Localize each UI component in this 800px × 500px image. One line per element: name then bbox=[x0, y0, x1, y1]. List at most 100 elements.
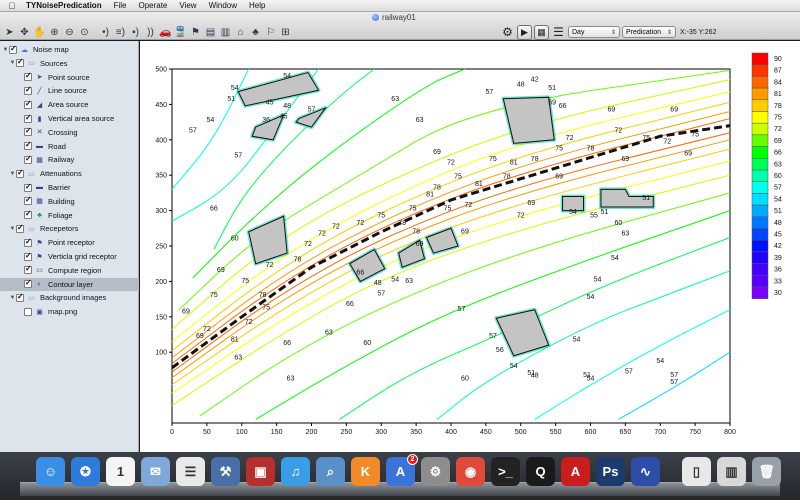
building-icon[interactable]: ▤ bbox=[203, 25, 218, 40]
contour-plot[interactable]: 545451454845365754575763574842516669 6972… bbox=[140, 41, 800, 452]
barrier-icon[interactable]: ▥ bbox=[218, 25, 233, 40]
tree-item-noise-map[interactable]: ▼ ☁ Noise map bbox=[0, 43, 139, 56]
zoom-out-icon[interactable]: ⊖ bbox=[62, 25, 77, 40]
tree-item-point-receptor[interactable]: ⚑ Point receptor bbox=[0, 236, 139, 249]
settings-gear-icon[interactable]: ⚙ bbox=[500, 25, 515, 40]
zoom-fit-icon[interactable]: ⊙ bbox=[77, 25, 92, 40]
visibility-checkbox[interactable] bbox=[24, 237, 32, 247]
visibility-checkbox[interactable] bbox=[9, 44, 17, 54]
itunes-icon[interactable]: ♫ bbox=[281, 457, 310, 486]
tree-item-point-source[interactable]: ➤ Point source bbox=[0, 71, 139, 84]
tree-item-crossing[interactable]: ✕ Crossing bbox=[0, 126, 139, 139]
mode-select[interactable]: Predication ⇕ bbox=[622, 26, 676, 38]
visibility-checkbox[interactable] bbox=[24, 99, 32, 109]
visibility-checkbox[interactable] bbox=[24, 182, 32, 192]
chrome-icon[interactable]: ◉ bbox=[456, 457, 485, 486]
photo-booth-icon[interactable]: ▣ bbox=[246, 457, 275, 486]
menu-window[interactable]: Window bbox=[203, 1, 243, 10]
pointer-icon[interactable]: ➤ bbox=[2, 25, 17, 40]
menu-help[interactable]: Help bbox=[243, 1, 271, 10]
tree-item-building[interactable]: ▦ Building bbox=[0, 195, 139, 208]
tree-item-attenuations[interactable]: ▼ ▭ Attenuations bbox=[0, 167, 139, 180]
app-store-icon[interactable]: A2 bbox=[386, 454, 418, 486]
acrobat-icon[interactable]: A bbox=[561, 457, 590, 486]
menu-file[interactable]: File bbox=[108, 1, 133, 10]
calculator-button[interactable]: ▦ bbox=[534, 24, 549, 40]
disclosure-triangle-icon[interactable]: ▼ bbox=[9, 60, 16, 66]
zoom-in-icon[interactable]: ⊕ bbox=[47, 25, 62, 40]
wave-source-icon[interactable]: )) bbox=[143, 25, 158, 40]
document-icon[interactable]: ▯ bbox=[682, 457, 711, 486]
visibility-checkbox[interactable] bbox=[16, 168, 24, 178]
tree-item-sources[interactable]: ▼ ▭ Sources bbox=[0, 57, 139, 70]
calendar-icon[interactable]: 1 bbox=[106, 457, 135, 486]
disclosure-triangle-icon[interactable]: ▼ bbox=[9, 226, 16, 232]
tree-icon[interactable]: ♣ bbox=[248, 25, 263, 40]
visibility-checkbox[interactable] bbox=[24, 154, 32, 164]
tree-item-barrier[interactable]: ▬ Barrier bbox=[0, 181, 139, 194]
car-icon[interactable]: 🚗 bbox=[158, 25, 173, 40]
visibility-checkbox[interactable] bbox=[16, 223, 24, 233]
visibility-checkbox[interactable] bbox=[24, 71, 32, 82]
visibility-checkbox[interactable] bbox=[24, 126, 32, 137]
photoshop-icon[interactable]: Ps bbox=[596, 457, 625, 486]
tree-item-vertical-area-source[interactable]: ▮ Vertical area source bbox=[0, 112, 139, 125]
reminders-icon[interactable]: ☰ bbox=[176, 457, 205, 486]
disclosure-triangle-icon[interactable]: ▼ bbox=[2, 47, 9, 53]
finder-icon[interactable]: ☺ bbox=[36, 457, 65, 486]
mail-icon[interactable]: ✉ bbox=[141, 457, 170, 486]
point-source-icon[interactable]: •) bbox=[98, 25, 113, 40]
map-canvas[interactable]: 54 54 51 45 48 45 36 57 54 57 57 63 57 48 42 51 66 69 69 72… bbox=[140, 41, 800, 452]
visibility-checkbox[interactable] bbox=[24, 195, 32, 206]
tree-item-foliage[interactable]: ♣ Foliage bbox=[0, 209, 139, 222]
disclosure-triangle-icon[interactable]: ▼ bbox=[9, 295, 16, 301]
tree-item-recepetors[interactable]: ▼ ▭ Recepetors bbox=[0, 222, 139, 235]
time-period-select[interactable]: Day ⇕ bbox=[568, 26, 620, 38]
audio-icon[interactable]: ∿ bbox=[631, 457, 660, 486]
visibility-checkbox[interactable] bbox=[24, 85, 32, 95]
tree-item-area-source[interactable]: ◢ Area source bbox=[0, 98, 139, 111]
run-button[interactable]: ▶ bbox=[517, 24, 532, 40]
kugou-icon[interactable]: K bbox=[351, 457, 380, 486]
archive-icon[interactable]: ▥ bbox=[717, 457, 746, 486]
visibility-checkbox[interactable] bbox=[24, 278, 32, 289]
disclosure-triangle-icon[interactable]: ▼ bbox=[9, 171, 16, 177]
tree-item-road[interactable]: ▬ Road bbox=[0, 140, 139, 153]
visibility-checkbox[interactable] bbox=[16, 57, 24, 68]
system-preferences-icon[interactable]: ⚙ bbox=[421, 457, 450, 486]
visibility-checkbox[interactable] bbox=[24, 264, 32, 275]
tree-item-line-source[interactable]: ╱ Line source bbox=[0, 84, 139, 97]
flag-icon[interactable]: ⚐ bbox=[263, 25, 278, 40]
list-icon[interactable]: ☰ bbox=[551, 25, 566, 40]
terminal-icon[interactable]: >_ bbox=[491, 457, 520, 486]
tree-item-verticla-grid-receptor[interactable]: ⚑ Verticla grid receptor bbox=[0, 250, 139, 263]
menu-view[interactable]: View bbox=[173, 1, 202, 10]
safari-icon[interactable]: ✪ bbox=[71, 457, 100, 486]
visibility-checkbox[interactable] bbox=[24, 113, 32, 123]
app-menu[interactable]: TYNoisePredication bbox=[24, 1, 108, 10]
qq-icon[interactable]: Q bbox=[526, 457, 555, 486]
xcode-icon[interactable]: ⚒ bbox=[211, 457, 240, 486]
tree-item-map-png[interactable]: ▣ map.png bbox=[0, 305, 139, 318]
preview-icon[interactable]: ⌕ bbox=[316, 457, 345, 486]
visibility-checkbox[interactable] bbox=[24, 251, 32, 261]
tree-item-compute-region[interactable]: ▭ Compute region bbox=[0, 264, 139, 277]
visibility-checkbox[interactable] bbox=[24, 307, 32, 316]
pan-icon[interactable]: ✋ bbox=[32, 25, 47, 40]
area-source-icon[interactable]: ▪) bbox=[128, 25, 143, 40]
tree-item-railway[interactable]: ▦ Railway bbox=[0, 153, 139, 166]
visibility-checkbox[interactable] bbox=[24, 140, 32, 151]
tree-item-contour-layer[interactable]: ◐ Contour layer bbox=[0, 277, 139, 291]
tree-item-background-images[interactable]: ▼ ▭ Background images bbox=[0, 291, 139, 304]
train-icon[interactable]: 🚆 bbox=[173, 25, 188, 40]
trash-icon[interactable]: 🗑 bbox=[752, 457, 781, 486]
grid-icon[interactable]: ⊞ bbox=[278, 25, 293, 40]
visibility-checkbox[interactable] bbox=[24, 209, 32, 220]
menu-operate[interactable]: Operate bbox=[132, 1, 173, 10]
move-icon[interactable]: ✥ bbox=[17, 25, 32, 40]
traffic-light-icon[interactable]: ⚑ bbox=[188, 25, 203, 40]
apple-icon[interactable]:  bbox=[0, 1, 24, 11]
line-source-icon[interactable]: ≡) bbox=[113, 25, 128, 40]
visibility-checkbox[interactable] bbox=[16, 292, 24, 302]
house-icon[interactable]: ⌂ bbox=[233, 25, 248, 40]
